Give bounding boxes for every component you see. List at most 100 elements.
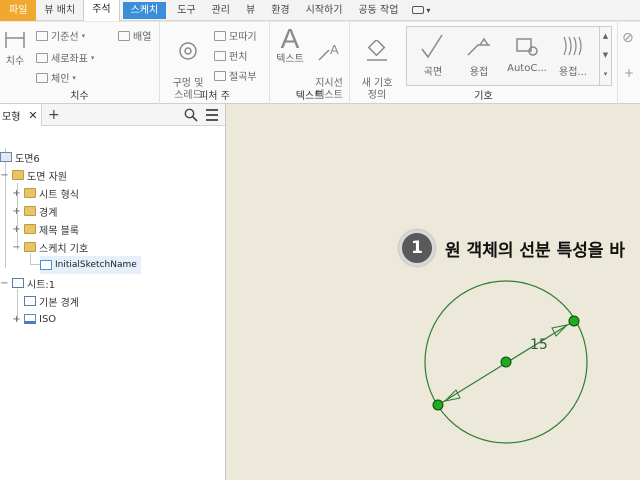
surface-texture-button[interactable]: 곡면 (411, 29, 455, 78)
title-block-icon (24, 314, 36, 324)
menu-view[interactable]: 뷰 (238, 0, 263, 21)
folder-icon (24, 188, 36, 198)
chain-icon (36, 72, 48, 83)
menu-sketch[interactable]: 스케치 (122, 1, 167, 19)
punch-icon (214, 50, 226, 61)
tree-sheet-formats[interactable]: + 시트 형식 (12, 184, 79, 202)
feature-notes-panel-title: 피처 주 (199, 91, 230, 102)
arrange-icon (118, 30, 130, 41)
sketch-point-right[interactable] (568, 315, 580, 327)
sketch-point-center[interactable] (500, 356, 512, 368)
tree-sheet-1[interactable]: − 시트:1 (0, 274, 55, 292)
menu-bar: 파일 뷰 배치 주석 스케치 도구 관리 뷰 환경 시작하기 공동 작업 ▾ (0, 0, 640, 21)
text-button[interactable]: A 텍스트 (274, 24, 306, 66)
chevron-down-icon: ▾ (72, 73, 76, 82)
hamburger-menu-icon[interactable] (206, 109, 218, 124)
tab-model[interactable]: 모형 ✕ (0, 104, 42, 126)
sketch-point-left[interactable] (432, 399, 444, 411)
arrange-button[interactable]: 배열 (118, 28, 151, 43)
chamfer-icon (214, 30, 226, 41)
leader-text-icon: A (318, 42, 339, 61)
folder-icon (24, 242, 36, 252)
collapse-icon[interactable]: − (0, 278, 9, 289)
plus-tool-icon[interactable]: + (624, 66, 634, 80)
dimension-value-label[interactable]: 15 (530, 337, 548, 353)
svg-text:A: A (330, 42, 339, 57)
search-icon[interactable] (184, 108, 198, 122)
chain-button[interactable]: 체인 ▾ (36, 70, 76, 85)
border-icon (24, 296, 36, 306)
weld-button[interactable]: 용접 (457, 29, 501, 78)
weld-bead-button[interactable]: 용접... (551, 29, 595, 78)
tree-initial-sketch-name[interactable]: InitialSketchName (40, 256, 141, 274)
bend-icon (214, 70, 226, 81)
chevron-down-icon: ▾ (81, 31, 86, 40)
autocad-block-icon (516, 38, 538, 56)
symbols-panel-title: 기호 (474, 91, 493, 102)
menu-annotate[interactable]: 주석 (83, 0, 120, 21)
hole-icon (179, 42, 197, 60)
sketch-symbol-icon (40, 260, 52, 270)
baseline-button[interactable]: 기준선 ▾ (36, 28, 85, 43)
expand-icon[interactable]: + (12, 224, 21, 235)
model-browser: 모형 ✕ + 도면6 − 도면 자원 + 시트 형식 + 경계 + 제목 블록 … (0, 104, 226, 480)
text-panel: A 텍스트 A 지시선 텍스트 텍스트 (270, 22, 350, 104)
ordinate-icon (36, 52, 48, 63)
menu-tools[interactable]: 도구 (169, 0, 203, 21)
menu-manage[interactable]: 관리 (204, 0, 238, 21)
collapse-icon[interactable]: − (0, 170, 9, 181)
tree-borders[interactable]: + 경계 (12, 202, 57, 220)
tree-sketch-symbols[interactable]: − 스케치 기호 (12, 238, 88, 256)
folder-icon (24, 206, 36, 216)
ribbon: 치수 기준선 ▾ 세로좌표 ▾ 체인 ▾ 배열 치수 구멍 및 스레드 모따기 … (0, 22, 640, 112)
sketch-geometry: 15 (424, 280, 588, 444)
dimension-button[interactable]: 치수 (2, 28, 28, 68)
tree-iso[interactable]: + ISO (12, 310, 56, 328)
menu-file[interactable]: 파일 (0, 0, 37, 21)
surface-texture-icon (421, 34, 443, 59)
ordinate-button[interactable]: 세로좌표 ▾ (36, 50, 94, 65)
dimension-panel-title: 치수 (70, 91, 89, 102)
ribbon-display-dropdown[interactable]: ▾ (412, 6, 430, 15)
menu-view-layout[interactable]: 뷰 배치 (36, 0, 83, 21)
expand-icon[interactable]: + (12, 188, 21, 199)
bend-button[interactable]: 절곡부 (214, 68, 257, 83)
expand-icon[interactable]: + (12, 206, 21, 217)
chamfer-button[interactable]: 모따기 (214, 28, 257, 43)
baseline-icon (36, 30, 48, 41)
punch-button[interactable]: 펀치 (214, 48, 247, 63)
weld-bead-icon (563, 36, 582, 56)
add-tab-icon[interactable]: + (48, 107, 60, 123)
drawing-canvas[interactable]: 1 원 객체의 선분 특성을 바 15 (227, 104, 640, 480)
menu-environment[interactable]: 환경 (263, 0, 297, 21)
dimension-panel: 치수 기준선 ▾ 세로좌표 ▾ 체인 ▾ 배열 치수 (0, 22, 160, 104)
gallery-scroll[interactable]: ▲ ▼ ▾ (599, 27, 611, 85)
gallery-expand-icon[interactable]: ▾ (600, 65, 611, 84)
symbol-gallery: 곡면 용접 AutoC... 용접... ▲ ▼ ▾ (406, 26, 612, 86)
menu-get-started[interactable]: 시작하기 (298, 0, 351, 21)
chevron-down-icon: ▾ (90, 53, 95, 62)
menu-collaborate[interactable]: 공동 작업 (350, 0, 406, 21)
weld-icon (467, 37, 490, 56)
text-panel-title: 텍스트 (295, 91, 324, 102)
tree-default-border[interactable]: 기본 경계 (24, 292, 79, 310)
tree-title-blocks[interactable]: + 제목 블록 (12, 220, 79, 238)
symbol-define-icon (367, 40, 387, 61)
expand-icon[interactable]: + (12, 314, 21, 325)
chevron-down-icon[interactable]: ▼ (600, 46, 611, 65)
feature-notes-panel: 구멍 및 스레드 모따기 펀치 절곡부 피처 주 (160, 22, 270, 104)
browser-tabs: 모형 ✕ + (0, 104, 225, 126)
collapse-icon[interactable]: − (12, 242, 21, 253)
close-icon[interactable]: ✕ (28, 109, 37, 122)
folder-icon (12, 170, 24, 180)
tree-drawing-resources[interactable]: − 도면 자원 (0, 166, 67, 184)
overflow-tool-icon[interactable]: ⊘ (622, 30, 634, 46)
panel-toggle-icon (412, 6, 425, 14)
sheet-icon (12, 278, 24, 288)
tree-root-drawing[interactable]: 도면6 (0, 148, 40, 166)
chevron-down-icon: ▾ (426, 5, 431, 15)
autocad-block-button[interactable]: AutoC... (505, 29, 549, 74)
chevron-up-icon[interactable]: ▲ (600, 27, 611, 46)
text-a-icon: A (280, 23, 300, 54)
drawing-icon (0, 152, 12, 162)
